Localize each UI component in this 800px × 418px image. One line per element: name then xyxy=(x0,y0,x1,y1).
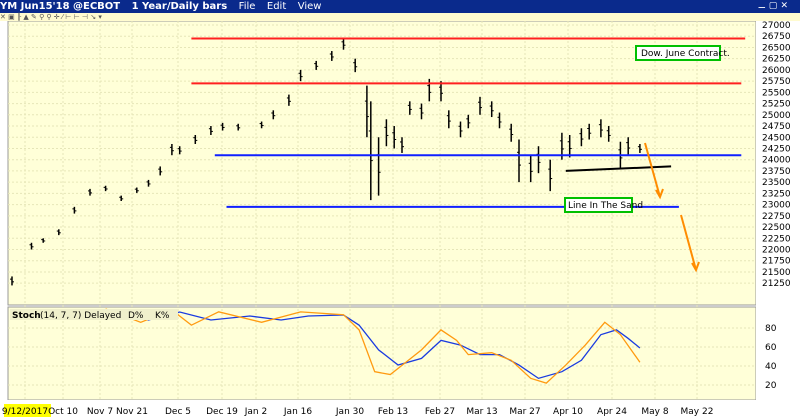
date-label: Mar 13 xyxy=(466,407,497,417)
date-label: Feb 27 xyxy=(425,407,455,417)
legend-k: K% xyxy=(155,311,170,321)
price-tick-label: 25500 xyxy=(762,88,791,98)
date-label: Nov 7 xyxy=(87,407,113,417)
price-tick-label: 25750 xyxy=(762,77,791,87)
date-label: Jan 16 xyxy=(283,407,312,417)
date-label: Mar 27 xyxy=(509,407,540,417)
date-label: May 8 xyxy=(641,407,668,417)
price-tick-label: 24000 xyxy=(762,156,791,166)
date-label: Jan 30 xyxy=(335,407,364,417)
window-controls[interactable]: ⚊ ▢ ✕ xyxy=(758,0,788,13)
date-label: Apr 10 xyxy=(553,407,583,417)
date-label: Dec 5 xyxy=(165,407,191,417)
price-tick-label: 26000 xyxy=(762,66,791,76)
date-label: Oct 10 xyxy=(48,407,78,417)
date-label: 9/12/2017 xyxy=(2,407,48,417)
price-tick-label: 23250 xyxy=(762,189,791,199)
price-tick-label: 23500 xyxy=(762,178,791,188)
price-tick-label: 21250 xyxy=(762,279,791,289)
title-bar: YM Jun15'18 @ECBOT 1 Year/Daily bars Fil… xyxy=(0,0,800,13)
price-tick-label: 27000 xyxy=(762,21,791,31)
price-tick-label: 25000 xyxy=(762,111,791,121)
date-label: Dec 19 xyxy=(206,407,238,417)
stoch-tick-label: 60 xyxy=(765,343,777,353)
stoch-params: (14, 7, 7) Delayed xyxy=(40,311,121,321)
sand-label: Line In The Sand xyxy=(568,201,643,211)
price-tick-label: 24500 xyxy=(762,133,791,143)
date-label: Nov 21 xyxy=(116,407,148,417)
price-tick-label: 23000 xyxy=(762,201,791,211)
chart-area: 9/12/2017 Oct 10 Nov 7 Nov 21 Dec 5 Dec 19 Jan… xyxy=(0,21,800,418)
date-label: Apr 24 xyxy=(597,407,627,417)
price-tick-label: 24750 xyxy=(762,122,791,132)
period-selector[interactable]: 1 Year/Daily bars xyxy=(132,1,228,12)
price-tick-label: 22500 xyxy=(762,223,791,233)
price-tick-label: 24250 xyxy=(762,144,791,154)
stoch-title: Stoch xyxy=(12,311,41,321)
price-tick-label: 21500 xyxy=(762,268,791,278)
price-tick-label: 26500 xyxy=(762,43,791,53)
drawing-toolbar[interactable]: ✕ ▣ ╟ ▲ ✎ ⚲ ⚲ ✛ ⁄ ⊢ ⊢ ⊣ ↘ ▾ xyxy=(0,13,800,21)
menu-file[interactable]: File xyxy=(239,1,256,12)
date-label: Feb 13 xyxy=(378,407,408,417)
legend-d: D% xyxy=(128,311,144,321)
stoch-tick-label: 40 xyxy=(765,362,777,372)
price-tick-label: 23750 xyxy=(762,167,791,177)
price-pane xyxy=(7,21,757,306)
stoch-tick-label: 80 xyxy=(765,324,777,334)
symbol-selector[interactable]: YM Jun15'18 @ECBOT xyxy=(0,1,120,12)
price-tick-label: 26750 xyxy=(762,32,791,42)
price-tick-label: 26250 xyxy=(762,55,791,65)
menu-view[interactable]: View xyxy=(298,1,322,12)
price-tick-label: 25250 xyxy=(762,100,791,110)
price-tick-label: 22250 xyxy=(762,234,791,244)
date-label: May 22 xyxy=(681,407,714,417)
stoch-tick-label: 20 xyxy=(765,381,777,391)
date-label: Jan 2 xyxy=(244,407,267,417)
dow-label: Dow. June Contract. xyxy=(641,49,730,59)
price-tick-label: 22750 xyxy=(762,212,791,222)
price-tick-label: 22000 xyxy=(762,246,791,256)
price-tick-label: 21750 xyxy=(762,257,791,267)
menu-edit[interactable]: Edit xyxy=(267,1,286,12)
